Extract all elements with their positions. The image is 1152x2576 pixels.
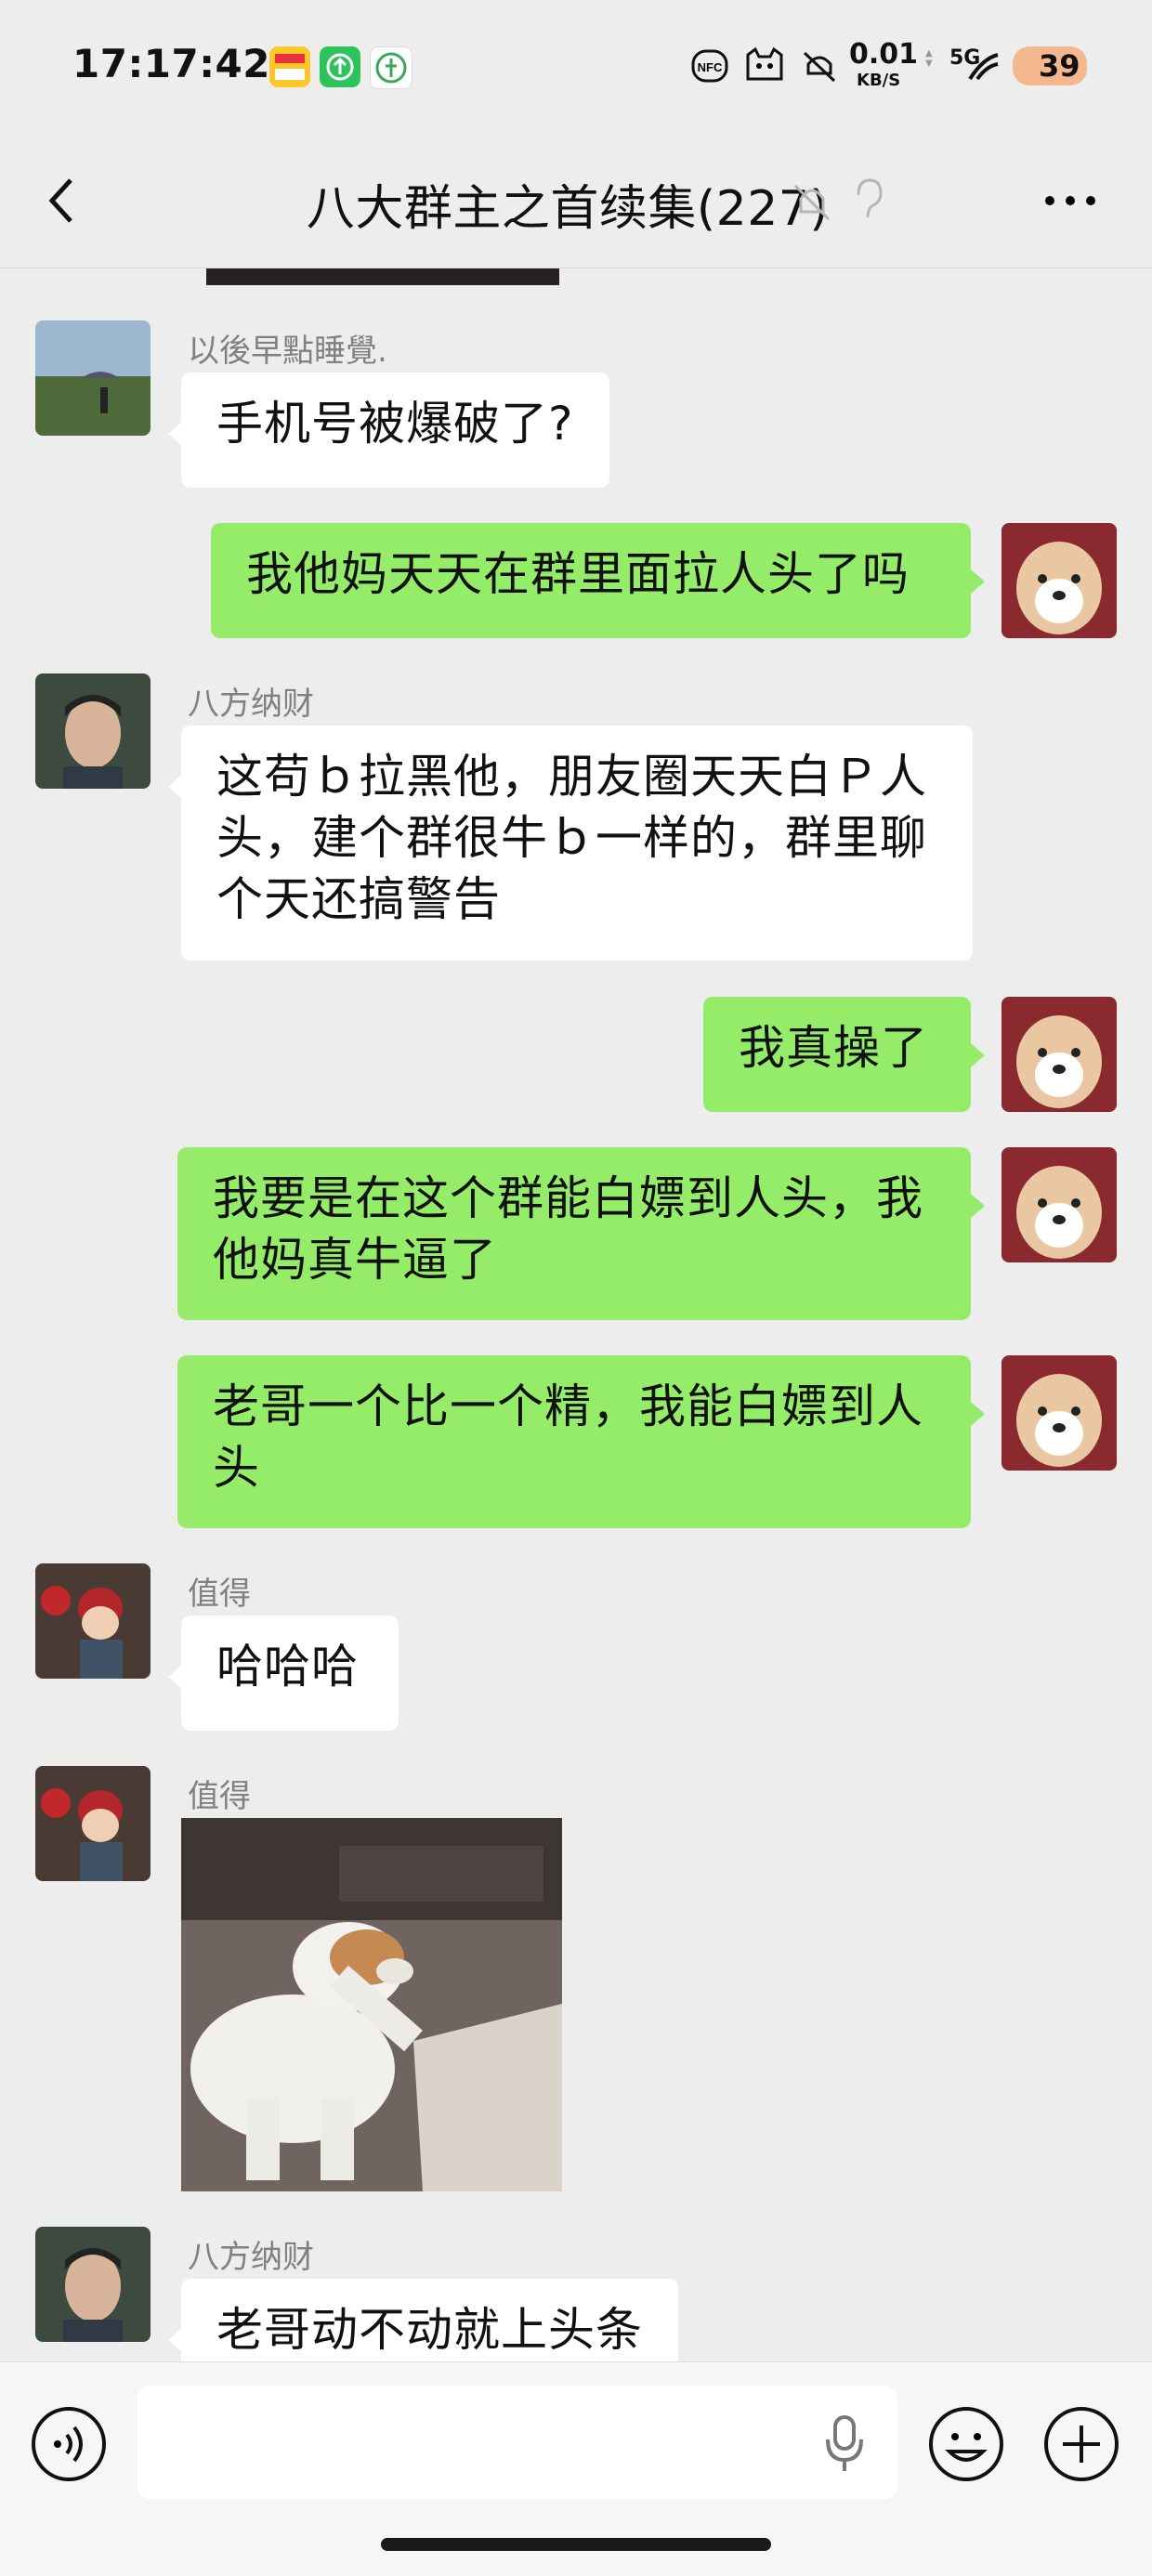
net-speed: 0.01 [849, 38, 919, 71]
dog-image-message[interactable] [181, 1818, 562, 2191]
message-bubble[interactable]: 这苟ｂ拉黑他，朋友圈天天白Ｐ人 头，建个群很牛ｂ一样的，群里聊 个天还搞警告 [181, 726, 973, 961]
svg-text:NFC: NFC [698, 60, 723, 74]
status-bar: 17:17:42 NFC 0.01 KB/S ▲ ▼ 5G 39 [0, 0, 1152, 139]
message-bubble[interactable]: 哈哈哈 [181, 1615, 399, 1731]
avatar-child[interactable] [35, 1563, 151, 1679]
chat-title: 八大群主之首续集(227) [306, 181, 830, 237]
signal-icon [962, 45, 1003, 87]
message-line: 这苟ｂ拉黑他，朋友圈天天白Ｐ人 [216, 750, 927, 804]
app-badge-icon [269, 46, 310, 87]
microphone-button[interactable] [823, 2413, 866, 2475]
sender-name: 八方纳财 [188, 686, 314, 723]
sender-name: 值得 [188, 1576, 251, 1613]
microphone-icon [826, 2415, 863, 2471]
clock: 17:17:42 [72, 41, 270, 86]
more-dots-icon [1045, 196, 1095, 205]
voice-toggle-icon [32, 2407, 106, 2481]
updown-arrows: ▲ ▼ [925, 48, 933, 69]
avatar-self-dog[interactable] [1001, 1355, 1117, 1471]
message-text: 我真操了 [739, 1021, 928, 1075]
message-text: 哈哈哈 [216, 1640, 359, 1693]
message-line: 头，建个群很牛ｂ一样的，群里聊 [216, 811, 927, 865]
voice-toggle-button[interactable] [30, 2405, 108, 2483]
message-bubble[interactable]: 我他妈天天在群里面拉人头了吗 [211, 523, 971, 638]
message-text: 手机号被爆破了? [216, 397, 574, 451]
green-app-icon [320, 46, 360, 87]
message-line: 我要是在这个群能白嫖到人头，我 [213, 1171, 923, 1225]
home-indicator[interactable] [381, 2538, 771, 2551]
message-bubble[interactable]: 老哥一个比一个精，我能白嫖到人 头 [177, 1355, 971, 1528]
wechat-pay-icon [370, 46, 412, 89]
previous-image-partial[interactable] [206, 268, 559, 285]
mute-icon [797, 45, 842, 87]
avatar-self-dog[interactable] [1001, 1147, 1117, 1262]
emoji-icon [929, 2407, 1003, 2481]
avatar-man[interactable] [35, 2227, 151, 2342]
message-line: 他妈真牛逼了 [213, 1233, 497, 1287]
avatar-self-dog[interactable] [1001, 997, 1117, 1112]
sender-name: 以後早點睡覺. [188, 333, 387, 370]
more-button[interactable] [1041, 182, 1100, 219]
battery-icon: 39 [1013, 46, 1087, 85]
sender-name: 值得 [188, 1778, 251, 1815]
chat-header: 八大群主之首续集(227) [0, 139, 1152, 268]
message-bubble[interactable]: 我要是在这个群能白嫖到人头，我 他妈真牛逼了 [177, 1147, 971, 1320]
plus-icon [1044, 2407, 1119, 2481]
sender-name: 八方纳财 [188, 2239, 314, 2276]
message-bubble[interactable]: 我真操了 [703, 997, 971, 1112]
avatar-self-dog[interactable] [1001, 523, 1117, 638]
avatar-landscape[interactable] [35, 320, 151, 436]
message-line: 个天还搞警告 [216, 872, 501, 926]
ear-icon [851, 177, 884, 225]
avatar-child[interactable] [35, 1766, 151, 1881]
nfc-icon: NFC [687, 45, 732, 87]
avatar-man[interactable] [35, 673, 151, 789]
emoji-button[interactable] [927, 2405, 1005, 2483]
net-unit: KB/S [857, 71, 901, 90]
message-bubble[interactable]: 手机号被爆破了? [181, 373, 609, 488]
bell-off-icon [792, 178, 832, 225]
cat-icon [741, 45, 788, 87]
plus-button[interactable] [1042, 2405, 1120, 2483]
message-line: 头 [213, 1441, 260, 1495]
message-input[interactable] [137, 2386, 897, 2499]
battery-level: 39 [1039, 48, 1080, 84]
message-text: 老哥动不动就上头条 [216, 2303, 643, 2357]
message-text: 我他妈天天在群里面拉人头了吗 [246, 547, 910, 601]
message-line: 老哥一个比一个精，我能白嫖到人 [213, 1380, 923, 1433]
